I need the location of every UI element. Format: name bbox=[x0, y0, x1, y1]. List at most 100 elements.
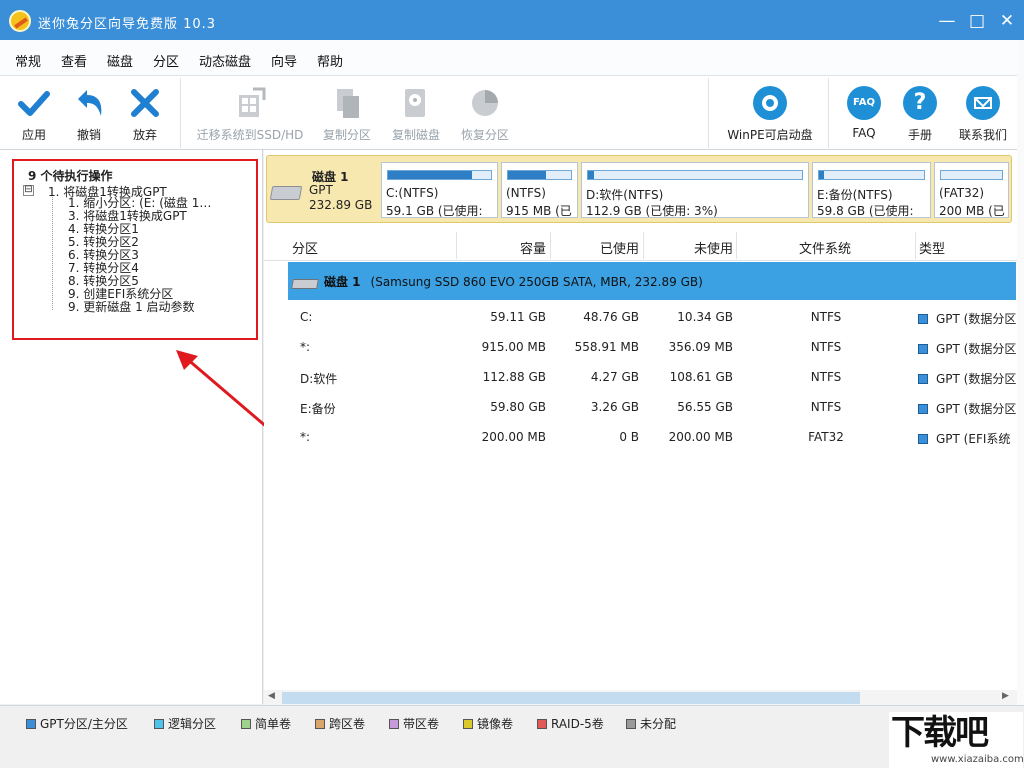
migrate-os-button[interactable]: 迁移系统到SSD/HD bbox=[194, 76, 306, 150]
maximize-button[interactable]: □ bbox=[964, 8, 990, 34]
column-divider bbox=[915, 232, 916, 259]
col-used[interactable]: 已使用 bbox=[600, 238, 639, 257]
partition-usage-fill bbox=[588, 171, 595, 179]
legend-label: GPT分区/主分区 bbox=[40, 717, 128, 731]
cell-partition: C: bbox=[300, 310, 313, 324]
discard-label: 放弃 bbox=[132, 128, 157, 142]
legend-swatch bbox=[154, 719, 164, 729]
title-bar: 迷你兔分区向导免费版 10.3 — □ ✕ bbox=[0, 0, 1024, 40]
legend-label: 简单卷 bbox=[255, 717, 292, 731]
menu-help[interactable]: 帮助 bbox=[317, 51, 343, 70]
disk-row-selected[interactable]: 磁盘 1 (Samsung SSD 860 EVO 250GB SATA, MBR… bbox=[288, 262, 1016, 300]
disk-row-name: 磁盘 1 bbox=[324, 275, 361, 289]
cell-type: GPT (数据分区 bbox=[918, 340, 1016, 357]
copy-partition-button[interactable]: 复制分区 bbox=[316, 76, 378, 150]
partition-type-swatch bbox=[918, 314, 928, 324]
cell-used: 48.76 GB bbox=[583, 310, 639, 324]
hard-disk-icon bbox=[291, 279, 319, 289]
partition-usage-bar bbox=[387, 170, 492, 180]
col-partition[interactable]: 分区 bbox=[292, 238, 318, 257]
horizontal-scrollbar[interactable]: ◀ ▶ bbox=[264, 690, 1024, 706]
column-divider bbox=[736, 232, 737, 259]
col-type[interactable]: 类型 bbox=[919, 238, 945, 257]
partition-usage-bar bbox=[940, 170, 1003, 180]
legend-label: 未分配 bbox=[640, 717, 677, 731]
bootable-disc-icon bbox=[753, 86, 787, 120]
watermark-logo-text: 下载吧 bbox=[891, 713, 989, 753]
pending-operations-highlight: 9 个待执行操作 ⊟ 1. 将磁盘1转换成GPT 1. 缩小分区: (E: (磁… bbox=[12, 159, 258, 340]
disk-map[interactable]: 磁盘 1 GPT 232.89 GB C:(NTFS) 59.1 GB (已使用… bbox=[266, 155, 1012, 223]
legend-item: 未分配 bbox=[626, 715, 676, 732]
toolbar: 应用 撤销 放弃 迁移系统到SSD/HD 复制分区 复制磁盘 恢复分区 WinP… bbox=[0, 76, 1024, 150]
partition-block-ntfs[interactable]: (NTFS) 915 MB (已 bbox=[501, 162, 578, 218]
manual-label: 手册 bbox=[907, 128, 932, 142]
legend-swatch bbox=[315, 719, 325, 729]
disk-map-size: 232.89 GB bbox=[309, 198, 373, 212]
discard-button[interactable]: 放弃 bbox=[119, 76, 171, 150]
scroll-right-arrow-icon[interactable]: ▶ bbox=[1002, 691, 1009, 701]
pending-op-item[interactable]: 9. 更新磁盘 1 启动参数 bbox=[68, 301, 195, 314]
contact-us-button[interactable]: 联系我们 bbox=[952, 76, 1014, 150]
apply-button[interactable]: 应用 bbox=[8, 76, 60, 150]
menu-wizard[interactable]: 向导 bbox=[271, 51, 297, 70]
copy-partition-icon bbox=[337, 89, 359, 118]
partition-block-c[interactable]: C:(NTFS) 59.1 GB (已使用: bbox=[381, 162, 498, 218]
minimize-button[interactable]: — bbox=[934, 8, 960, 34]
partition-block-e[interactable]: E:备份(NTFS) 59.8 GB (已使用: bbox=[812, 162, 931, 218]
recover-partition-button[interactable]: 恢复分区 bbox=[454, 76, 516, 150]
cell-capacity: 112.88 GB bbox=[482, 370, 546, 384]
disk-map-type: GPT bbox=[309, 183, 333, 197]
tree-collapse-toggle[interactable]: ⊟ bbox=[23, 185, 34, 196]
hard-disk-icon bbox=[269, 186, 303, 200]
col-capacity[interactable]: 容量 bbox=[520, 238, 546, 257]
menu-general[interactable]: 常规 bbox=[15, 51, 41, 70]
table-row[interactable]: C: 59.11 GB 48.76 GB 10.34 GB NTFS GPT (… bbox=[264, 302, 1024, 332]
table-row[interactable]: D:软件 112.88 GB 4.27 GB 108.61 GB NTFS GP… bbox=[264, 362, 1024, 392]
partition-block-fat32[interactable]: (FAT32) 200 MB (已 bbox=[934, 162, 1009, 218]
scroll-left-arrow-icon[interactable]: ◀ bbox=[268, 691, 275, 701]
partition-block-info: 200 MB (已 bbox=[939, 204, 1005, 218]
pending-operations-title: 9 个待执行操作 bbox=[28, 169, 113, 183]
partition-block-info: 112.9 GB (已使用: 3%) bbox=[586, 204, 718, 218]
menu-partition[interactable]: 分区 bbox=[153, 51, 179, 70]
menu-view[interactable]: 查看 bbox=[61, 51, 87, 70]
legend-item: 逻辑分区 bbox=[154, 715, 216, 732]
app-logo-icon bbox=[9, 10, 31, 32]
migrate-os-label: 迁移系统到SSD/HD bbox=[196, 128, 304, 142]
menu-disk[interactable]: 磁盘 bbox=[107, 51, 133, 70]
cell-capacity: 915.00 MB bbox=[481, 340, 546, 354]
partition-usage-fill bbox=[388, 171, 473, 179]
cell-unused: 10.34 GB bbox=[677, 310, 733, 324]
toolbar-separator bbox=[708, 78, 709, 148]
partition-block-d[interactable]: D:软件(NTFS) 112.9 GB (已使用: 3%) bbox=[581, 162, 809, 218]
discard-x-icon bbox=[131, 89, 159, 117]
partition-table-header: 分区 容量 已使用 未使用 文件系统 类型 bbox=[264, 230, 1024, 261]
table-row[interactable]: *: 915.00 MB 558.91 MB 356.09 MB NTFS GP… bbox=[264, 332, 1024, 362]
undo-button[interactable]: 撤销 bbox=[63, 76, 115, 150]
menu-dynamic-disk[interactable]: 动态磁盘 bbox=[199, 51, 251, 70]
apply-label: 应用 bbox=[21, 128, 46, 142]
copy-disk-button[interactable]: 复制磁盘 bbox=[385, 76, 447, 150]
table-row[interactable]: *: 200.00 MB 0 B 200.00 MB FAT32 GPT (EF… bbox=[264, 422, 1024, 452]
close-button[interactable]: ✕ bbox=[994, 8, 1020, 34]
partition-usage-fill bbox=[819, 171, 825, 179]
col-unused[interactable]: 未使用 bbox=[694, 238, 733, 257]
partition-type-swatch bbox=[918, 374, 928, 384]
scrollbar-thumb[interactable] bbox=[282, 692, 860, 704]
winpe-bootable-button[interactable]: WinPE可启动盘 bbox=[722, 76, 818, 150]
undo-icon bbox=[78, 90, 102, 116]
table-row[interactable]: E:备份 59.80 GB 3.26 GB 56.55 GB NTFS GPT … bbox=[264, 392, 1024, 422]
tree-connector bbox=[52, 197, 53, 310]
checkmark-icon bbox=[18, 91, 50, 116]
legend-swatch bbox=[241, 719, 251, 729]
faq-button[interactable]: FAQ FAQ bbox=[840, 76, 888, 150]
legend-swatch bbox=[463, 719, 473, 729]
cell-file-system: NTFS bbox=[810, 370, 842, 384]
legend-swatch bbox=[626, 719, 636, 729]
column-divider bbox=[643, 232, 644, 259]
col-file-system[interactable]: 文件系统 bbox=[799, 238, 851, 257]
cell-type-text: GPT (数据分区 bbox=[936, 312, 1017, 326]
partition-type-swatch bbox=[918, 344, 928, 354]
manual-button[interactable]: ? 手册 bbox=[896, 76, 944, 150]
cell-partition: *: bbox=[300, 430, 311, 444]
